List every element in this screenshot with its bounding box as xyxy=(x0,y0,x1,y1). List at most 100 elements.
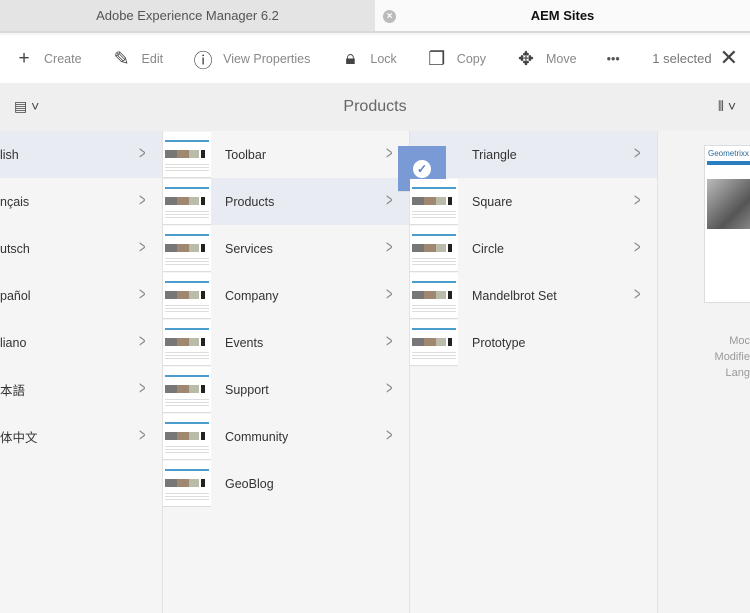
meta-line: Moc xyxy=(729,335,750,347)
item-label: nçais xyxy=(0,194,30,209)
chevron-right-icon[interactable]: > xyxy=(140,237,146,258)
item-label: utsch xyxy=(0,241,30,256)
move-button[interactable]: ✥ Move xyxy=(516,48,577,71)
page-thumbnail[interactable] xyxy=(163,413,211,460)
item-label: Support xyxy=(225,382,269,397)
move-label: Move xyxy=(545,52,577,66)
rail-toggle-icon[interactable]: ▤ ˅ xyxy=(14,98,39,115)
meta-line: Lang xyxy=(725,367,750,379)
list-item[interactable]: Mandelbrot Set > xyxy=(410,272,657,319)
chevron-right-icon[interactable]: > xyxy=(635,237,641,258)
close-tab-icon[interactable]: × xyxy=(383,10,396,23)
list-item[interactable]: Square > xyxy=(410,178,657,225)
list-item[interactable]: Prototype xyxy=(410,319,657,366)
item-label: Community xyxy=(225,429,289,444)
list-item[interactable]: Community > xyxy=(163,413,409,460)
view-properties-label: View Properties xyxy=(223,52,311,66)
plus-icon: + xyxy=(18,48,30,69)
list-item[interactable]: nçais > xyxy=(0,178,162,225)
item-label: Mandelbrot Set xyxy=(472,288,557,303)
chevron-right-icon[interactable]: > xyxy=(387,378,393,399)
page-thumbnail[interactable] xyxy=(163,319,211,366)
page-thumbnail[interactable] xyxy=(410,272,458,319)
list-item[interactable]: Circle > xyxy=(410,225,657,272)
item-label: Circle xyxy=(472,241,504,256)
chevron-right-icon[interactable]: > xyxy=(635,190,641,211)
chevron-right-icon[interactable]: > xyxy=(635,284,641,305)
page-thumbnail[interactable] xyxy=(163,225,211,272)
chevron-right-icon[interactable]: > xyxy=(387,237,393,258)
tab-label: AEM Sites xyxy=(530,8,595,23)
chevron-right-icon[interactable]: > xyxy=(387,331,393,352)
chevron-right-icon[interactable]: > xyxy=(387,284,393,305)
copy-button[interactable]: ❐ Copy xyxy=(427,48,486,71)
list-item[interactable]: Products > xyxy=(163,178,409,225)
more-button[interactable]: ••• xyxy=(607,52,620,66)
chevron-right-icon[interactable]: > xyxy=(387,425,393,446)
chevron-right-icon[interactable]: > xyxy=(387,143,393,164)
list-item[interactable]: Support > xyxy=(163,366,409,413)
page-thumbnail[interactable] xyxy=(163,460,211,507)
chevron-right-icon[interactable]: > xyxy=(140,425,146,446)
preview-logo: Geometrixx xyxy=(708,149,749,158)
chevron-right-icon[interactable]: > xyxy=(140,378,146,399)
copy-icon: ❐ xyxy=(428,48,446,70)
item-label: 体中文 xyxy=(0,431,38,445)
item-label: GeoBlog xyxy=(225,476,274,491)
tab-label: Adobe Experience Manager 6.2 xyxy=(96,8,279,23)
edit-button[interactable]: ✎ Edit xyxy=(112,48,164,71)
edit-label: Edit xyxy=(141,52,164,66)
page-thumbnail[interactable] xyxy=(163,366,211,413)
list-item[interactable]: Events > xyxy=(163,319,409,366)
item-label: liano xyxy=(0,335,27,350)
column-products: ✓ Triangle > Square > Circle > Mandelbrot Set > P… xyxy=(398,131,658,613)
chevron-right-icon[interactable]: > xyxy=(140,331,146,352)
column-view-icon[interactable]: ⫴ ˅ xyxy=(718,98,736,115)
list-item[interactable]: Toolbar > xyxy=(163,131,409,178)
lock-button[interactable]: 🔒︎ Lock xyxy=(340,48,396,70)
tab-aem[interactable]: Adobe Experience Manager 6.2 xyxy=(0,0,375,31)
copy-label: Copy xyxy=(456,52,486,66)
chevron-right-icon[interactable]: > xyxy=(140,284,146,305)
more-icon: ••• xyxy=(606,52,620,66)
page-thumbnail[interactable] xyxy=(163,178,211,225)
list-item[interactable]: lish > xyxy=(0,131,162,178)
page-thumbnail[interactable] xyxy=(410,178,458,225)
page-thumbnail[interactable] xyxy=(410,319,458,366)
list-item[interactable]: ✓ Triangle > xyxy=(398,131,657,192)
list-item[interactable]: 体中文 > xyxy=(0,413,162,460)
list-item[interactable]: pañol > xyxy=(0,272,162,319)
list-item[interactable]: Company > xyxy=(163,272,409,319)
chevron-right-icon[interactable]: > xyxy=(140,143,146,164)
selection-status: 1 selected ✕ xyxy=(652,47,738,69)
tab-bar: Adobe Experience Manager 6.2 × AEM Sites xyxy=(0,0,750,33)
item-label: Events xyxy=(225,335,264,350)
chevron-right-icon[interactable]: > xyxy=(387,190,393,211)
check-icon: ✓ xyxy=(413,159,431,178)
chevron-right-icon[interactable]: > xyxy=(635,143,641,164)
item-label: lish xyxy=(0,147,19,162)
item-label: Services xyxy=(225,241,273,256)
list-item[interactable]: utsch > xyxy=(0,225,162,272)
page-thumbnail[interactable] xyxy=(410,225,458,272)
item-label: pañol xyxy=(0,288,31,303)
meta-line: Modifie xyxy=(714,351,750,363)
item-label: Triangle xyxy=(472,147,517,162)
title-bar: ▤ ˅ Products ⫴ ˅ xyxy=(0,83,750,131)
page-thumbnail[interactable] xyxy=(163,272,211,319)
create-button[interactable]: + Create xyxy=(14,48,81,70)
view-properties-button[interactable]: ⓘ View Properties xyxy=(193,46,311,73)
chevron-right-icon[interactable]: > xyxy=(140,190,146,211)
list-item[interactable]: liano > xyxy=(0,319,162,366)
item-label: Prototype xyxy=(472,335,526,350)
close-icon[interactable]: ✕ xyxy=(720,47,738,69)
preview-metadata: Moc Modifie Lang xyxy=(715,333,750,381)
tab-aem-sites[interactable]: × AEM Sites xyxy=(375,0,750,31)
item-label: Square xyxy=(472,194,513,209)
page-thumbnail[interactable] xyxy=(163,131,211,178)
item-label: Toolbar xyxy=(225,147,266,162)
list-item[interactable]: GeoBlog xyxy=(163,460,409,507)
list-item[interactable]: Services > xyxy=(163,225,409,272)
item-label: Company xyxy=(225,288,279,303)
list-item[interactable]: 本語 > xyxy=(0,366,162,413)
